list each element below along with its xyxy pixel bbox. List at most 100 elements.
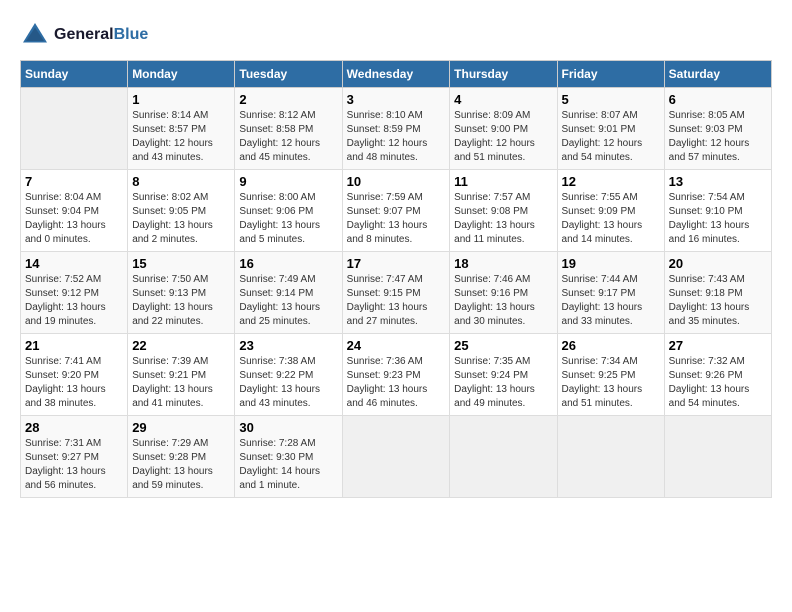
sunrise: Sunrise: 7:36 AM — [347, 355, 446, 369]
daylight: Daylight: 13 hours and 2 minutes. — [132, 219, 230, 247]
sunrise: Sunrise: 7:43 AM — [669, 273, 767, 287]
sunrise: Sunrise: 7:34 AM — [562, 355, 660, 369]
sunset: Sunset: 9:25 PM — [562, 369, 660, 383]
sunrise: Sunrise: 7:39 AM — [132, 355, 230, 369]
calendar-cell: 25 Sunrise: 7:35 AM Sunset: 9:24 PM Dayl… — [450, 334, 557, 416]
sunset: Sunset: 9:14 PM — [239, 287, 337, 301]
day-info: Sunrise: 8:10 AM Sunset: 8:59 PM Dayligh… — [347, 109, 446, 165]
sunset: Sunset: 9:09 PM — [562, 205, 660, 219]
daylight: Daylight: 13 hours and 14 minutes. — [562, 219, 660, 247]
sunrise: Sunrise: 8:04 AM — [25, 191, 123, 205]
day-info: Sunrise: 8:07 AM Sunset: 9:01 PM Dayligh… — [562, 109, 660, 165]
sunset: Sunset: 9:06 PM — [239, 205, 337, 219]
day-of-week-header: Tuesday — [235, 61, 342, 88]
sunrise: Sunrise: 7:59 AM — [347, 191, 446, 205]
logo-icon — [20, 20, 50, 50]
calendar-week-row: 1 Sunrise: 8:14 AM Sunset: 8:57 PM Dayli… — [21, 88, 772, 170]
calendar-week-row: 7 Sunrise: 8:04 AM Sunset: 9:04 PM Dayli… — [21, 170, 772, 252]
daylight: Daylight: 14 hours and 1 minute. — [239, 465, 337, 493]
day-number: 22 — [132, 338, 230, 353]
sunset: Sunset: 9:20 PM — [25, 369, 123, 383]
day-number: 2 — [239, 92, 337, 107]
day-number: 3 — [347, 92, 446, 107]
day-info: Sunrise: 8:05 AM Sunset: 9:03 PM Dayligh… — [669, 109, 767, 165]
sunset: Sunset: 8:59 PM — [347, 123, 446, 137]
day-info: Sunrise: 8:12 AM Sunset: 8:58 PM Dayligh… — [239, 109, 337, 165]
sunset: Sunset: 8:58 PM — [239, 123, 337, 137]
day-number: 6 — [669, 92, 767, 107]
day-number: 20 — [669, 256, 767, 271]
day-info: Sunrise: 7:35 AM Sunset: 9:24 PM Dayligh… — [454, 355, 552, 411]
day-info: Sunrise: 8:04 AM Sunset: 9:04 PM Dayligh… — [25, 191, 123, 247]
day-number: 29 — [132, 420, 230, 435]
sunset: Sunset: 9:26 PM — [669, 369, 767, 383]
day-number: 28 — [25, 420, 123, 435]
calendar-cell: 27 Sunrise: 7:32 AM Sunset: 9:26 PM Dayl… — [664, 334, 771, 416]
day-info: Sunrise: 7:34 AM Sunset: 9:25 PM Dayligh… — [562, 355, 660, 411]
calendar-cell: 22 Sunrise: 7:39 AM Sunset: 9:21 PM Dayl… — [128, 334, 235, 416]
page-header: GeneralBlue — [20, 20, 772, 50]
sunrise: Sunrise: 7:50 AM — [132, 273, 230, 287]
sunset: Sunset: 9:18 PM — [669, 287, 767, 301]
day-info: Sunrise: 7:44 AM Sunset: 9:17 PM Dayligh… — [562, 273, 660, 329]
calendar-table: SundayMondayTuesdayWednesdayThursdayFrid… — [20, 60, 772, 498]
daylight: Daylight: 13 hours and 41 minutes. — [132, 383, 230, 411]
day-info: Sunrise: 7:55 AM Sunset: 9:09 PM Dayligh… — [562, 191, 660, 247]
sunset: Sunset: 9:05 PM — [132, 205, 230, 219]
day-info: Sunrise: 8:09 AM Sunset: 9:00 PM Dayligh… — [454, 109, 552, 165]
sunrise: Sunrise: 7:32 AM — [669, 355, 767, 369]
sunrise: Sunrise: 7:49 AM — [239, 273, 337, 287]
calendar-cell: 20 Sunrise: 7:43 AM Sunset: 9:18 PM Dayl… — [664, 252, 771, 334]
day-info: Sunrise: 8:02 AM Sunset: 9:05 PM Dayligh… — [132, 191, 230, 247]
calendar-cell — [342, 416, 450, 498]
day-number: 19 — [562, 256, 660, 271]
calendar-cell: 5 Sunrise: 8:07 AM Sunset: 9:01 PM Dayli… — [557, 88, 664, 170]
calendar-cell: 23 Sunrise: 7:38 AM Sunset: 9:22 PM Dayl… — [235, 334, 342, 416]
sunrise: Sunrise: 7:28 AM — [239, 437, 337, 451]
calendar-week-row: 21 Sunrise: 7:41 AM Sunset: 9:20 PM Dayl… — [21, 334, 772, 416]
sunrise: Sunrise: 7:35 AM — [454, 355, 552, 369]
day-number: 21 — [25, 338, 123, 353]
sunset: Sunset: 9:23 PM — [347, 369, 446, 383]
sunset: Sunset: 9:12 PM — [25, 287, 123, 301]
day-number: 7 — [25, 174, 123, 189]
sunset: Sunset: 9:10 PM — [669, 205, 767, 219]
daylight: Daylight: 13 hours and 30 minutes. — [454, 301, 552, 329]
calendar-cell: 24 Sunrise: 7:36 AM Sunset: 9:23 PM Dayl… — [342, 334, 450, 416]
day-number: 12 — [562, 174, 660, 189]
day-number: 25 — [454, 338, 552, 353]
day-number: 17 — [347, 256, 446, 271]
daylight: Daylight: 12 hours and 51 minutes. — [454, 137, 552, 165]
day-info: Sunrise: 7:47 AM Sunset: 9:15 PM Dayligh… — [347, 273, 446, 329]
day-info: Sunrise: 7:46 AM Sunset: 9:16 PM Dayligh… — [454, 273, 552, 329]
day-info: Sunrise: 7:36 AM Sunset: 9:23 PM Dayligh… — [347, 355, 446, 411]
calendar-header-row: SundayMondayTuesdayWednesdayThursdayFrid… — [21, 61, 772, 88]
sunset: Sunset: 9:03 PM — [669, 123, 767, 137]
day-of-week-header: Monday — [128, 61, 235, 88]
sunset: Sunset: 9:27 PM — [25, 451, 123, 465]
calendar-cell: 21 Sunrise: 7:41 AM Sunset: 9:20 PM Dayl… — [21, 334, 128, 416]
calendar-cell: 6 Sunrise: 8:05 AM Sunset: 9:03 PM Dayli… — [664, 88, 771, 170]
day-number: 1 — [132, 92, 230, 107]
daylight: Daylight: 13 hours and 51 minutes. — [562, 383, 660, 411]
sunrise: Sunrise: 8:09 AM — [454, 109, 552, 123]
day-of-week-header: Wednesday — [342, 61, 450, 88]
daylight: Daylight: 12 hours and 54 minutes. — [562, 137, 660, 165]
daylight: Daylight: 13 hours and 46 minutes. — [347, 383, 446, 411]
day-info: Sunrise: 7:49 AM Sunset: 9:14 PM Dayligh… — [239, 273, 337, 329]
day-info: Sunrise: 7:41 AM Sunset: 9:20 PM Dayligh… — [25, 355, 123, 411]
calendar-week-row: 28 Sunrise: 7:31 AM Sunset: 9:27 PM Dayl… — [21, 416, 772, 498]
daylight: Daylight: 13 hours and 0 minutes. — [25, 219, 123, 247]
day-info: Sunrise: 8:00 AM Sunset: 9:06 PM Dayligh… — [239, 191, 337, 247]
calendar-cell: 4 Sunrise: 8:09 AM Sunset: 9:00 PM Dayli… — [450, 88, 557, 170]
logo: GeneralBlue — [20, 20, 148, 50]
day-info: Sunrise: 7:54 AM Sunset: 9:10 PM Dayligh… — [669, 191, 767, 247]
sunset: Sunset: 9:17 PM — [562, 287, 660, 301]
daylight: Daylight: 12 hours and 43 minutes. — [132, 137, 230, 165]
sunset: Sunset: 9:07 PM — [347, 205, 446, 219]
day-number: 15 — [132, 256, 230, 271]
daylight: Daylight: 13 hours and 19 minutes. — [25, 301, 123, 329]
day-info: Sunrise: 7:38 AM Sunset: 9:22 PM Dayligh… — [239, 355, 337, 411]
calendar-cell — [21, 88, 128, 170]
calendar-cell: 15 Sunrise: 7:50 AM Sunset: 9:13 PM Dayl… — [128, 252, 235, 334]
